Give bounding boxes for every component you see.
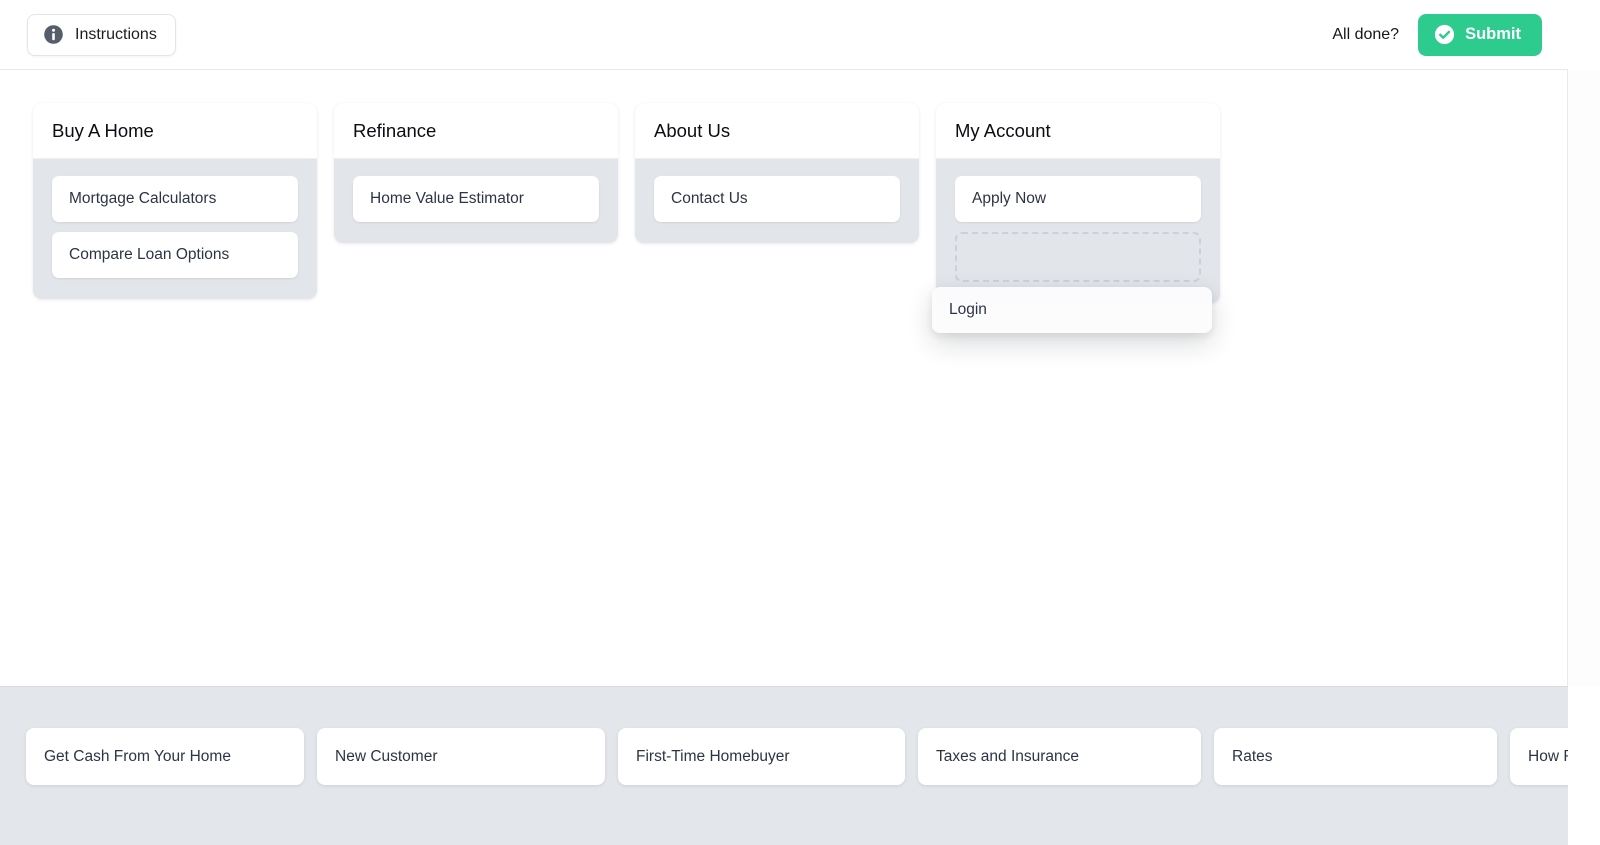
- page-scroll-gutter[interactable]: [1568, 70, 1600, 686]
- all-done-label: All done?: [1332, 25, 1400, 43]
- tray-item[interactable]: First-Time Homebuyer: [618, 728, 905, 785]
- menu-column-dropzone[interactable]: Mortgage Calculators Compare Loan Option…: [33, 159, 317, 299]
- tray-item[interactable]: Rates: [1214, 728, 1497, 785]
- menu-item[interactable]: Apply Now: [955, 176, 1201, 222]
- menu-column-buy-a-home[interactable]: Buy A Home Mortgage Calculators Compare …: [33, 103, 317, 299]
- tray-item[interactable]: Get Cash From Your Home: [26, 728, 304, 785]
- menu-column-dropzone[interactable]: Apply Now: [936, 159, 1220, 303]
- menu-column-dropzone[interactable]: Contact Us: [635, 159, 919, 243]
- drag-drop-menu-builder: Instructions All done? Submit Buy A Home: [0, 0, 1600, 845]
- tray-item[interactable]: Taxes and Insurance: [918, 728, 1201, 785]
- info-icon: [43, 24, 64, 45]
- menu-column-dropzone[interactable]: Home Value Estimator: [334, 159, 618, 243]
- unassigned-items-tray: Get Cash From Your Home New Customer Fir…: [0, 686, 1568, 845]
- submit-label: Submit: [1465, 25, 1521, 43]
- menu-column-title: My Account: [936, 103, 1220, 159]
- menu-columns: Buy A Home Mortgage Calculators Compare …: [33, 103, 1220, 303]
- menu-item[interactable]: Contact Us: [654, 176, 900, 222]
- tray-item-strip: Get Cash From Your Home New Customer Fir…: [26, 728, 1568, 785]
- submit-button[interactable]: Submit: [1418, 13, 1542, 56]
- menu-item[interactable]: Compare Loan Options: [52, 232, 298, 278]
- tray-item[interactable]: How Refinancing Works: [1510, 728, 1568, 785]
- menu-item[interactable]: Mortgage Calculators: [52, 176, 298, 222]
- instructions-label: Instructions: [75, 25, 157, 43]
- toolbar-right-group: All done? Submit: [1332, 13, 1542, 56]
- menu-column-about-us[interactable]: About Us Contact Us: [635, 103, 919, 243]
- menu-column-refinance[interactable]: Refinance Home Value Estimator: [334, 103, 618, 243]
- top-toolbar: Instructions All done? Submit: [0, 0, 1568, 70]
- menu-item[interactable]: Home Value Estimator: [353, 176, 599, 222]
- menu-column-title: About Us: [635, 103, 919, 159]
- dragging-menu-item[interactable]: Login: [932, 287, 1212, 333]
- instructions-button[interactable]: Instructions: [27, 13, 176, 56]
- menu-column-my-account[interactable]: My Account Apply Now: [936, 103, 1220, 303]
- tray-item[interactable]: New Customer: [317, 728, 605, 785]
- menu-column-title: Refinance: [334, 103, 618, 159]
- menu-column-title: Buy A Home: [33, 103, 317, 159]
- check-circle-icon: [1434, 24, 1455, 45]
- drop-placeholder: [955, 232, 1201, 282]
- menu-canvas: Buy A Home Mortgage Calculators Compare …: [0, 70, 1568, 686]
